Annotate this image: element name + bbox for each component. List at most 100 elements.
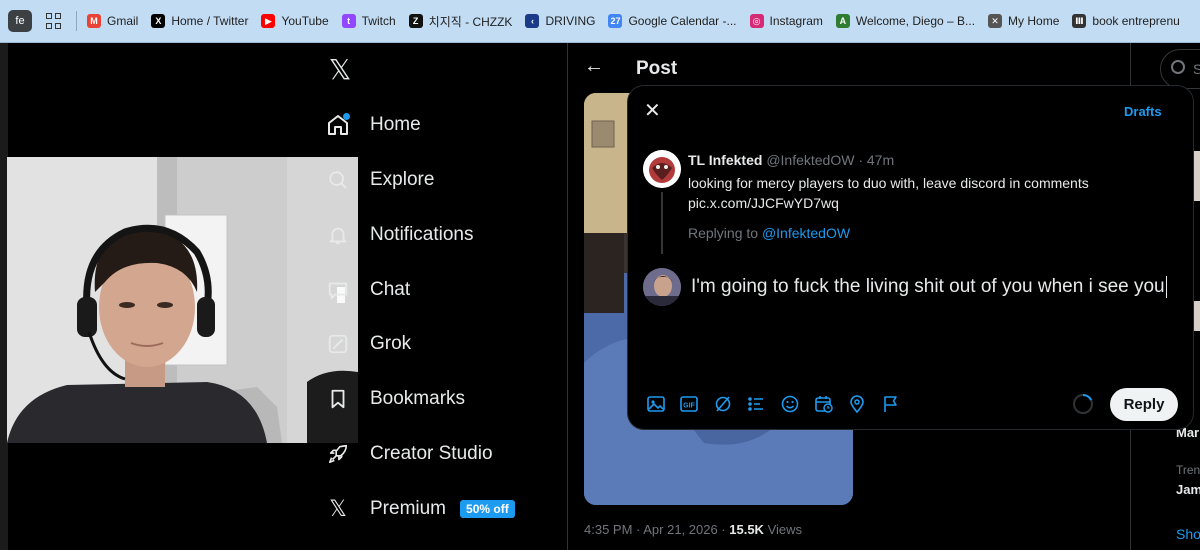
- bookmark-label: Home / Twitter: [171, 14, 249, 28]
- tweet-text-line: looking for mercy players to duo with, l…: [688, 175, 1089, 191]
- views-label: Views: [763, 522, 803, 537]
- replying-handle-link[interactable]: @InfektedOW: [762, 225, 850, 241]
- bookmark-label: Instagram: [769, 14, 823, 28]
- sidebar-item-home[interactable]: Home: [320, 105, 421, 145]
- location-icon[interactable]: [847, 394, 867, 414]
- grok-icon: [320, 330, 356, 358]
- bookmark-label: DRIVING: [545, 14, 596, 28]
- search-icon: [1171, 60, 1185, 74]
- tweet-author-handle[interactable]: @InfektedOW · 47m: [766, 152, 894, 168]
- image-icon[interactable]: [646, 394, 666, 414]
- bookmarks-bar: fe M Gmail X Home / Twitter ▶ YouTube t Twitch Z…: [0, 0, 1200, 43]
- sidebar-item-premium[interactable]: 𝕏 Premium 50% off: [320, 489, 515, 529]
- calendar-icon: 27: [608, 14, 623, 28]
- bookmark-item[interactable]: Z 치지직 - CHZZK: [408, 13, 513, 30]
- webcam-overlay: [7, 157, 358, 443]
- close-icon[interactable]: ✕: [644, 98, 661, 123]
- sidebar-item-label: Premium: [370, 498, 447, 519]
- bookmark-item[interactable]: M Gmail: [87, 14, 138, 28]
- tweet-text: looking for mercy players to duo with, l…: [688, 173, 1089, 213]
- character-count-ring: [1073, 394, 1093, 414]
- tweet-avatar[interactable]: [643, 150, 681, 188]
- sidebar-item-grok[interactable]: Grok: [320, 324, 411, 364]
- gmail-icon: M: [87, 14, 101, 28]
- right-card-thumbs: [1192, 151, 1200, 201]
- bookmark-label: Google Calendar -...: [628, 14, 737, 28]
- flag-icon[interactable]: [881, 394, 901, 414]
- tweet-header: TL Infekted @InfektedOW · 47m: [688, 152, 894, 168]
- bookmark-label: Twitch: [361, 14, 396, 28]
- trend-item[interactable]: Jam: [1176, 482, 1200, 497]
- home-icon: [320, 111, 356, 139]
- drafts-button[interactable]: Drafts: [1124, 104, 1162, 119]
- bookmarks-icon: [320, 385, 356, 413]
- sidebar-item-bookmarks[interactable]: Bookmarks: [320, 379, 465, 419]
- premium-discount-badge: 50% off: [460, 500, 515, 518]
- gif-icon[interactable]: GIF: [679, 394, 699, 414]
- bookmark-item[interactable]: Ⅲbook entreprenu: [1072, 14, 1180, 28]
- x-logo-icon[interactable]: 𝕏: [320, 53, 360, 85]
- show-more-link[interactable]: Sho: [1176, 526, 1200, 542]
- bookmark-label: 치지직 - CHZZK: [428, 14, 513, 29]
- sidebar-item-label: Grok: [370, 333, 412, 354]
- thread-line: [661, 192, 663, 254]
- bookmark-item[interactable]: ‹ DRIVING: [525, 14, 595, 28]
- bookmark-item[interactable]: ▶ YouTube: [261, 14, 329, 28]
- bookmark-label: book entreprenu: [1092, 14, 1180, 28]
- sidebar-item-label: Bookmarks: [370, 388, 466, 409]
- tweet-link[interactable]: pic.x.com/JJCFwYD7wq: [688, 193, 1089, 213]
- sidebar-item-creator-studio[interactable]: Creator Studio: [320, 434, 493, 474]
- tweet-author-name[interactable]: TL Infekted: [688, 152, 762, 168]
- search-input[interactable]: S: [1160, 49, 1200, 89]
- instagram-icon: ◎: [749, 14, 764, 28]
- grok-icon[interactable]: [713, 394, 733, 414]
- bookmark-list: M Gmail X Home / Twitter ▶ YouTube t Twitch Z 치지직…: [87, 13, 1193, 30]
- x-icon: X: [151, 14, 166, 28]
- sidebar-item-label: Notifications: [370, 224, 474, 245]
- bookmark-item[interactable]: 27 Google Calendar -...: [608, 14, 737, 28]
- reply-text-input[interactable]: I'm going to fuck the living shit out of…: [691, 276, 1167, 298]
- youtube-icon: ▶: [261, 14, 276, 28]
- bookmark-item[interactable]: A Welcome, Diego – B...: [835, 14, 976, 28]
- right-card-thumbs-2: [1192, 301, 1200, 331]
- sidebar-item-notifications[interactable]: Notifications: [320, 215, 474, 255]
- sidebar-nav: 𝕏 Home Explore Notifications Chat Grok B…: [320, 43, 566, 550]
- rocket-icon: [320, 440, 356, 468]
- page-title: Post: [636, 58, 678, 79]
- sidebar-item-label: Chat: [370, 279, 411, 300]
- sidebar-item-label: Home: [370, 114, 421, 135]
- replying-prefix: Replying to: [688, 225, 762, 241]
- sidebar-item-label: Explore: [370, 169, 435, 190]
- bookmark-item[interactable]: ✕ My Home: [988, 14, 1059, 28]
- notifications-icon: [320, 221, 356, 249]
- search-placeholder: S: [1193, 61, 1200, 77]
- bookmark-label: Gmail: [107, 14, 139, 28]
- myhome-icon: ✕: [988, 14, 1003, 28]
- twitch-icon: t: [341, 14, 356, 28]
- bookmark-item[interactable]: ◎ Instagram: [749, 14, 823, 28]
- bookmark-item[interactable]: X Home / Twitter: [151, 14, 248, 28]
- bookmark-item[interactable]: t Twitch: [341, 14, 396, 28]
- user-avatar[interactable]: [643, 268, 681, 306]
- trend-category: Tren: [1176, 463, 1200, 477]
- sidebar-item-chat[interactable]: Chat: [320, 270, 410, 310]
- schedule-icon[interactable]: [814, 394, 834, 414]
- sidebar-item-explore[interactable]: Explore: [320, 160, 434, 200]
- chat-icon: [320, 276, 356, 304]
- poll-icon[interactable]: [746, 394, 766, 414]
- apps-grid-icon[interactable]: [46, 13, 62, 29]
- reply-button[interactable]: Reply: [1110, 388, 1178, 421]
- post-meta: 4:35 PM · Apr 21, 2026 · 15.5K Views: [584, 522, 802, 537]
- explore-icon: [320, 166, 356, 194]
- bookmark-label: Welcome, Diego – B...: [855, 14, 976, 28]
- x-icon: 𝕏: [329, 496, 347, 521]
- reply-modal: ✕ Drafts TL Infekted @InfektedOW · 47m l…: [628, 86, 1193, 429]
- post-timestamp[interactable]: 4:35 PM · Apr 21, 2026 ·: [584, 522, 729, 537]
- book-icon: Ⅲ: [1072, 14, 1087, 28]
- emoji-icon[interactable]: [780, 394, 800, 414]
- profile-avatar[interactable]: fe: [8, 10, 32, 32]
- bookmark-label: YouTube: [281, 14, 329, 28]
- back-arrow-icon[interactable]: ←: [584, 55, 604, 78]
- bookmark-label: My Home: [1008, 14, 1060, 28]
- driving-icon: ‹: [525, 14, 540, 28]
